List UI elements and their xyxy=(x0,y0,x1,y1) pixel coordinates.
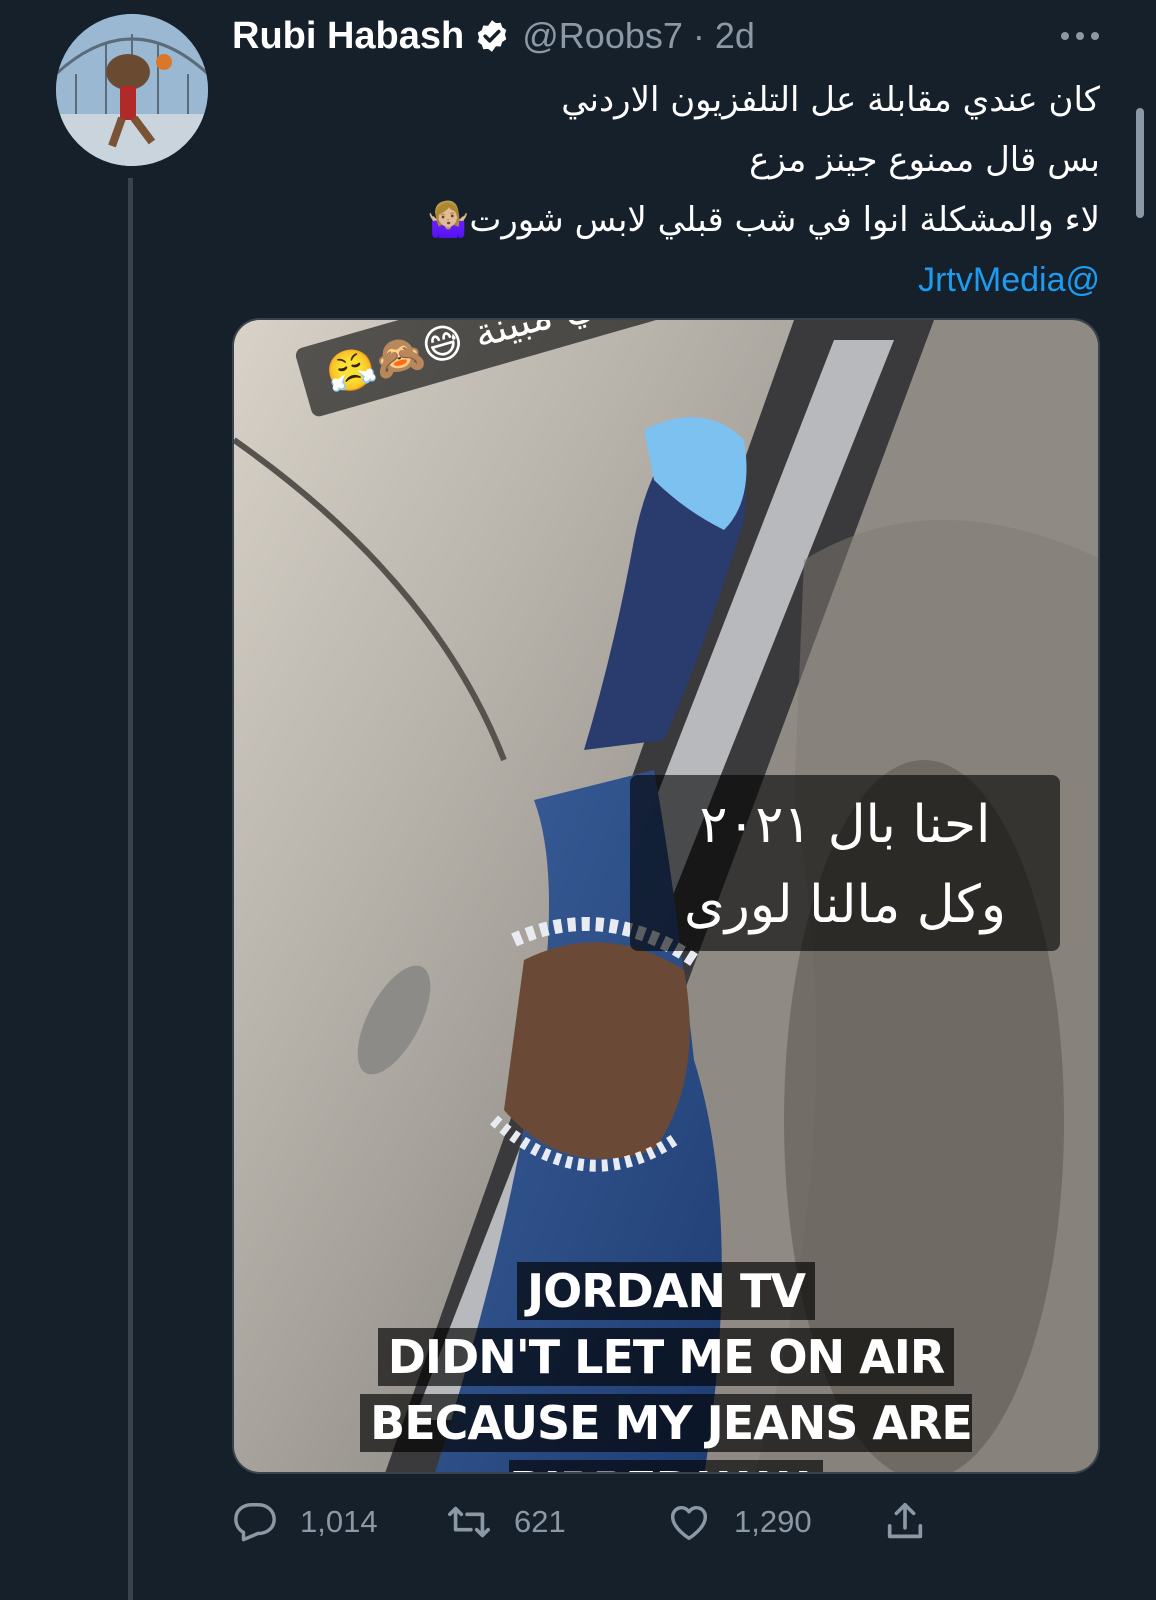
caption-english-line: JORDAN TV xyxy=(234,1258,1098,1324)
tweet-image[interactable]: ركبتي مبينة 😅🙈😤 احنا بال ٢٠٢١ وكل مالنا … xyxy=(232,318,1100,1474)
share-icon xyxy=(887,1502,923,1539)
reply-button[interactable]: 1,014 xyxy=(232,1494,378,1550)
verified-badge-icon xyxy=(474,18,510,54)
caption-english-line: DIDN'T LET ME ON AIR xyxy=(234,1324,1098,1390)
retweet-count: 621 xyxy=(514,1504,566,1539)
scrollbar[interactable] xyxy=(1136,108,1144,218)
thread-line xyxy=(128,178,133,1600)
tweet-text: كان عندي مقابلة عل التلفزيون الاردني بس … xyxy=(380,70,1100,310)
caption-arabic: احنا بال ٢٠٢١ وكل مالنا لورى xyxy=(630,775,1060,951)
avatar[interactable] xyxy=(56,14,208,166)
mention-link[interactable]: @JrtvMedia xyxy=(918,261,1100,299)
caption-english-text: DIDN'T LET ME ON AIR xyxy=(377,1328,955,1386)
handle-and-time[interactable]: @Roobs7 · 2d xyxy=(522,15,755,57)
caption-english-text: JORDAN TV xyxy=(517,1262,815,1320)
caption-arabic-line: وكل مالنا لورى xyxy=(684,875,1006,935)
tweet-text-line: بس قال ممنوع جينز مزع xyxy=(749,140,1100,180)
tweet-text-line: لاء والمشكلة انوا في شب قبلي لابس شورت🤷🏼… xyxy=(426,200,1100,240)
caption-english-line: BECAUSE MY JEANS ARE RIPPED!!!!!! xyxy=(234,1390,1098,1472)
tweet[interactable]: Rubi Habash @Roobs7 · 2d كان عندي مقابلة… xyxy=(0,0,1156,1600)
tweet-header: Rubi Habash @Roobs7 · 2d xyxy=(232,12,755,60)
reply-icon xyxy=(234,1503,276,1542)
more-icon[interactable] xyxy=(1052,12,1108,60)
caption-english-text: BECAUSE MY JEANS ARE RIPPED!!!!!! xyxy=(360,1394,973,1472)
retweet-button[interactable]: 621 xyxy=(446,1494,566,1550)
tweet-text-line: كان عندي مقابلة عل التلفزيون الاردني xyxy=(561,80,1100,120)
display-name[interactable]: Rubi Habash xyxy=(232,15,464,58)
retweet-icon xyxy=(448,1506,490,1538)
caption-arabic-line: احنا بال ٢٠٢١ xyxy=(699,795,991,855)
action-bar: 1,014 621 1,290 xyxy=(232,1494,952,1550)
like-count: 1,290 xyxy=(734,1504,812,1539)
like-button[interactable]: 1,290 xyxy=(666,1494,812,1550)
reply-count: 1,014 xyxy=(300,1504,378,1539)
share-button[interactable] xyxy=(882,1494,950,1550)
like-icon xyxy=(670,1505,708,1541)
